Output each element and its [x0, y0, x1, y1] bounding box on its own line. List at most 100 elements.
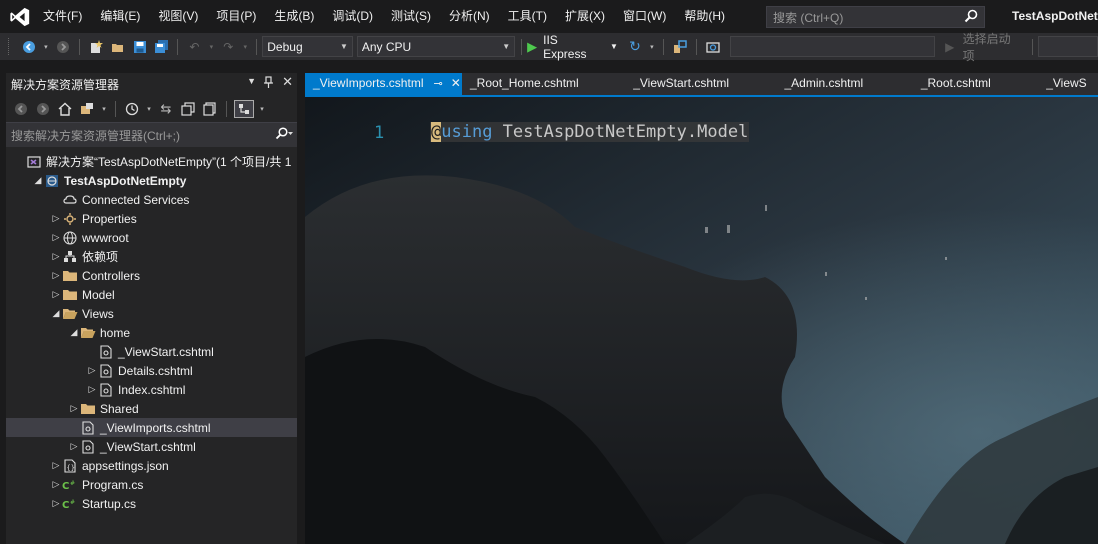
chevron-down-icon[interactable]: ▾	[258, 100, 266, 118]
show-all-files-icon[interactable]	[201, 100, 219, 118]
tree-item[interactable]: 解决方案“TestAspDotNetEmpty”(1 个项目/共 1	[6, 152, 297, 171]
menu-item[interactable]: 分析(N)	[440, 0, 499, 33]
solution-platform-dropdown[interactable]: Any CPU ▼	[356, 36, 516, 57]
tree-item[interactable]: ▷ Index.cshtml	[6, 380, 297, 399]
menu-item[interactable]: 编辑(E)	[91, 0, 149, 33]
tab-document[interactable]: _Root.cshtml	[913, 73, 1038, 95]
tree-item[interactable]: ◢ home	[6, 323, 297, 342]
pin-icon[interactable]	[264, 76, 274, 91]
collapse-all-icon[interactable]	[179, 100, 197, 118]
tree-item[interactable]: ▷ Details.cshtml	[6, 361, 297, 380]
target-dropdown[interactable]	[729, 36, 935, 57]
chevron-down-icon[interactable]: ▾	[42, 38, 50, 56]
tree-item[interactable]: ▷ C # Program.cs	[6, 475, 297, 494]
tree-item[interactable]: ▷ Properties	[6, 209, 297, 228]
menu-item[interactable]: 视图(V)	[149, 0, 207, 33]
tree-item[interactable]: ▷ Controllers	[6, 266, 297, 285]
chevron-down-icon[interactable]: ▾	[100, 100, 108, 118]
tab-document[interactable]: _ViewStart.cshtml	[625, 73, 776, 95]
expanded-arrow-icon[interactable]: ◢	[68, 327, 80, 338]
tree-item[interactable]: ▷ _ViewStart.cshtml	[6, 437, 297, 456]
collapsed-arrow-icon[interactable]: ▷	[86, 384, 98, 395]
chevron-down-icon[interactable]: ▾	[648, 38, 656, 56]
solution-explorer-search[interactable]: 搜索解决方案资源管理器(Ctrl+;)	[6, 123, 297, 147]
tree-item[interactable]: _ViewImports.cshtml	[6, 418, 297, 437]
tree-item[interactable]: ▷ {} appsettings.json	[6, 456, 297, 475]
tree-item[interactable]: ▷ Shared	[6, 399, 297, 418]
toolbar-grip[interactable]	[8, 38, 12, 55]
back-icon[interactable]	[20, 38, 38, 56]
start-debugging-button[interactable]: ▶ IIS Express ▼	[527, 33, 618, 61]
chevron-down-icon[interactable]: ▾	[241, 38, 249, 56]
collapsed-arrow-icon[interactable]: ▷	[50, 498, 62, 509]
menu-item[interactable]: 测试(S)	[382, 0, 440, 33]
refresh-icon[interactable]: ↻	[626, 38, 644, 56]
panel-splitter[interactable]	[297, 73, 305, 544]
tab-active-document[interactable]: _ViewImports.cshtml ⊸ ✕	[305, 73, 462, 95]
menu-item[interactable]: 调试(D)	[323, 0, 382, 33]
back-icon[interactable]	[12, 100, 30, 118]
tree-item[interactable]: _ViewStart.cshtml	[6, 342, 297, 361]
chevron-down-icon[interactable]: ▾	[145, 100, 153, 118]
collapsed-arrow-icon[interactable]: ▷	[50, 270, 62, 281]
search-icon	[275, 127, 293, 143]
open-folder-icon[interactable]	[109, 38, 127, 56]
menu-item[interactable]: 文件(F)	[34, 0, 91, 33]
tab-document[interactable]: _Admin.cshtml	[776, 73, 912, 95]
switch-views-icon[interactable]	[78, 100, 96, 118]
menu-item[interactable]: 窗口(W)	[614, 0, 675, 33]
startup-item-label[interactable]: 选择启动项	[963, 30, 1023, 64]
tree-item[interactable]: ▷ 依赖项	[6, 247, 297, 266]
menu-item[interactable]: 生成(B)	[265, 0, 323, 33]
forward-icon[interactable]	[54, 38, 72, 56]
tree-item[interactable]: ▷ Model	[6, 285, 297, 304]
collapsed-arrow-icon[interactable]: ▷	[68, 403, 80, 414]
save-icon[interactable]	[131, 38, 149, 56]
camera-icon[interactable]	[704, 38, 722, 56]
close-icon[interactable]: ✕	[282, 75, 293, 91]
expanded-arrow-icon[interactable]: ◢	[50, 308, 62, 319]
tree-item[interactable]: ▷ C # Startup.cs	[6, 494, 297, 513]
tab-label: _Root_Home.cshtml	[470, 76, 579, 90]
tree-item[interactable]: ◢ Views	[6, 304, 297, 323]
solution-configuration-dropdown[interactable]: Debug ▼	[262, 36, 353, 57]
pin-tab-icon[interactable]: ⊸	[433, 78, 442, 90]
tab-document[interactable]: _Root_Home.cshtml	[462, 73, 625, 95]
quick-launch-search[interactable]: 搜索 (Ctrl+Q)	[766, 6, 985, 28]
chevron-down-icon[interactable]: ▼	[610, 42, 618, 51]
collapsed-arrow-icon[interactable]: ▷	[50, 251, 62, 262]
code-line[interactable]: @using TestAspDotNetEmpty.Model	[430, 122, 750, 142]
tree-item[interactable]: ▷ wwwroot	[6, 228, 297, 247]
window-position-dropdown-icon[interactable]: ▼	[247, 76, 256, 91]
collapsed-arrow-icon[interactable]: ▷	[50, 213, 62, 224]
redo-icon[interactable]: ↷	[219, 38, 237, 56]
close-icon[interactable]: ✕	[451, 76, 461, 90]
undo-icon[interactable]: ↶	[185, 38, 203, 56]
tab-document[interactable]: _ViewS	[1038, 73, 1098, 95]
tree-item-label: Properties	[82, 211, 137, 226]
pending-changes-filter-icon[interactable]	[123, 100, 141, 118]
new-project-icon[interactable]	[87, 38, 105, 56]
preview-selected-icon[interactable]	[234, 99, 254, 118]
home-icon[interactable]	[56, 100, 74, 118]
tree-item[interactable]: Connected Services	[6, 190, 297, 209]
menu-item[interactable]: 帮助(H)	[675, 0, 734, 33]
forward-icon[interactable]	[34, 100, 52, 118]
sync-icon[interactable]: ⇆	[157, 100, 175, 118]
menu-item[interactable]: 扩展(X)	[556, 0, 614, 33]
menu-item[interactable]: 项目(P)	[207, 0, 265, 33]
expanded-arrow-icon[interactable]: ◢	[32, 175, 44, 186]
collapsed-arrow-icon[interactable]: ▷	[50, 460, 62, 471]
save-all-icon[interactable]	[153, 38, 171, 56]
collapsed-arrow-icon[interactable]: ▷	[86, 365, 98, 376]
play-icon[interactable]: ▶	[941, 38, 959, 56]
collapsed-arrow-icon[interactable]: ▷	[50, 289, 62, 300]
tree-item[interactable]: ◢ TestAspDotNetEmpty	[6, 171, 297, 190]
collapsed-arrow-icon[interactable]: ▷	[50, 232, 62, 243]
collapsed-arrow-icon[interactable]: ▷	[50, 479, 62, 490]
browser-link-icon[interactable]	[671, 38, 689, 56]
extra-dropdown[interactable]	[1038, 36, 1098, 57]
chevron-down-icon[interactable]: ▾	[207, 38, 215, 56]
menu-item[interactable]: 工具(T)	[499, 0, 556, 33]
collapsed-arrow-icon[interactable]: ▷	[68, 441, 80, 452]
